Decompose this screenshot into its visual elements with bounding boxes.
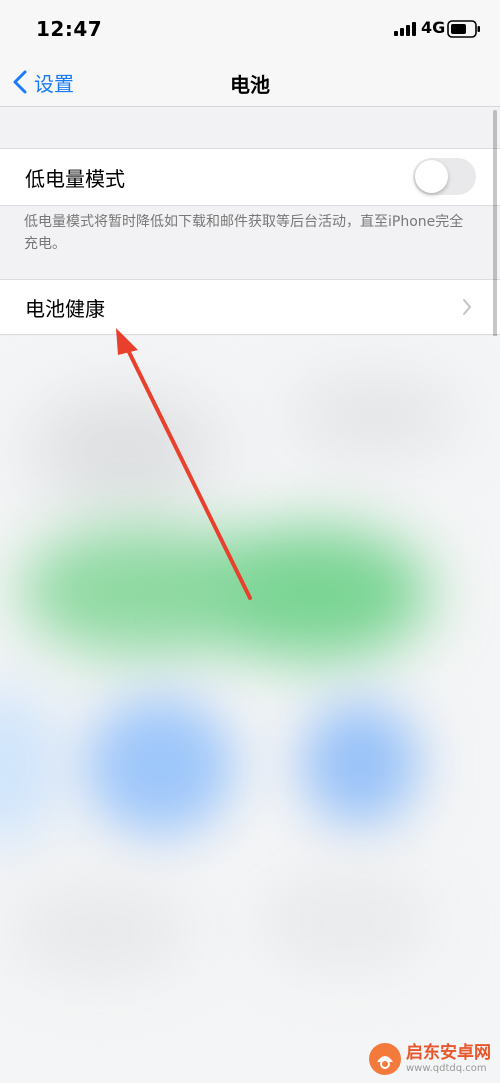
low-power-mode-description: 低电量模式将暂时降低如下载和邮件获取等后台活动，直至iPhone完全充电。 [24, 214, 464, 252]
blurred-blue-shape [300, 701, 420, 826]
toggle-knob [415, 160, 448, 193]
battery-icon [447, 20, 480, 38]
low-power-mode-label: 低电量模式 [25, 167, 125, 191]
scroll-indicator[interactable] [493, 110, 497, 368]
status-bar: 12:47 4G [0, 0, 500, 60]
battery-health-row[interactable]: 电池健康 [0, 279, 500, 335]
navigation-bar: 设置 电池 [0, 60, 500, 107]
blurred-shape [290, 376, 460, 456]
low-power-mode-row: 低电量模式 [0, 148, 500, 206]
blurred-blue-shape [85, 696, 235, 836]
page-title: 电池 [230, 73, 270, 97]
blurred-shape [260, 876, 430, 966]
watermark: 启东安卓网 www.qdtdq.com [368, 1040, 491, 1078]
blurred-blue-shape [0, 686, 60, 846]
battery-health-label: 电池健康 [25, 297, 105, 321]
blurred-green-shape [200, 526, 430, 661]
blurred-shape [10, 886, 190, 976]
watermark-url: www.qdtdq.com [406, 1062, 487, 1074]
signal-bars-icon [394, 22, 416, 36]
network-type: 4G [421, 18, 446, 37]
low-power-mode-toggle[interactable] [413, 158, 476, 195]
blurred-shape [30, 396, 220, 506]
blurred-content-area [0, 336, 500, 1083]
status-time: 12:47 [36, 17, 103, 41]
watermark-logo-icon [369, 1043, 401, 1075]
chevron-right-icon [463, 299, 471, 315]
watermark-name: 启东安卓网 [406, 1042, 491, 1063]
